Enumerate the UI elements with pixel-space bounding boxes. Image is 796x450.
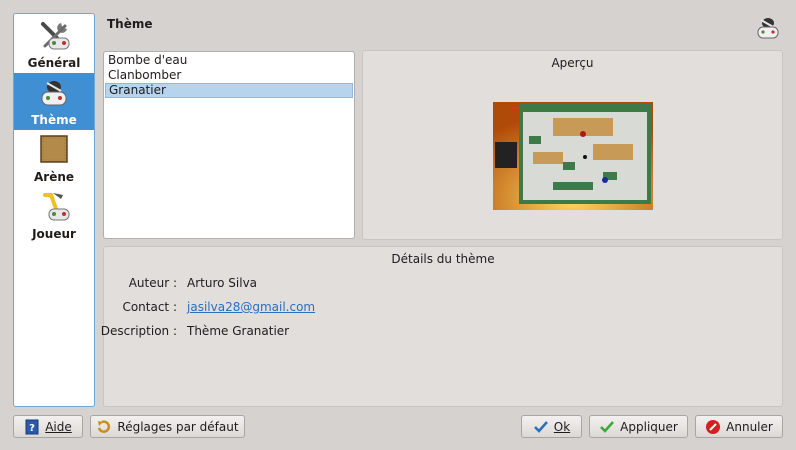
svg-text:?: ?	[29, 423, 35, 434]
list-item[interactable]: Bombe d'eau	[105, 53, 353, 68]
page-title: Thème	[107, 17, 153, 31]
contact-row: Contact : jasilva28@gmail.com	[104, 300, 782, 316]
ok-button-label: Ok	[553, 419, 571, 434]
apply-button[interactable]: Appliquer	[589, 415, 688, 438]
sidebar: Général Thème Arène Joueur	[13, 13, 95, 407]
author-label: Auteur :	[128, 276, 177, 290]
author-row: Auteur : Arturo Silva	[104, 276, 782, 292]
description-value: Thème Granatier	[187, 324, 290, 338]
ok-button[interactable]: Ok	[521, 415, 582, 438]
help-button-label: Aide	[45, 419, 72, 434]
theme-preview-image	[493, 102, 653, 210]
list-item-selected[interactable]: Granatier	[105, 83, 353, 98]
sidebar-item-general[interactable]: Général	[14, 16, 94, 73]
ok-check-icon	[533, 420, 548, 433]
defaults-button[interactable]: Réglages par défaut	[90, 415, 245, 438]
cancel-icon	[706, 419, 721, 434]
help-icon: ?	[25, 419, 39, 434]
cancel-button-label: Annuler	[726, 419, 773, 434]
apply-check-icon	[600, 420, 615, 433]
defaults-button-label: Réglages par défaut	[117, 419, 239, 434]
theme-header-icon	[757, 18, 779, 39]
description-label: Description :	[100, 324, 177, 338]
theme-details-panel: Détails du thème Auteur : Arturo Silva C…	[100, 246, 783, 407]
cancel-button[interactable]: Annuler	[695, 415, 783, 438]
description-row: Description : Thème Granatier	[100, 324, 782, 340]
sidebar-item-label: Joueur	[32, 227, 76, 241]
sidebar-item-arena[interactable]: Arène	[14, 130, 94, 187]
arena-icon	[40, 135, 68, 163]
general-settings-icon	[41, 22, 70, 50]
apply-button-label: Appliquer	[620, 419, 678, 434]
sidebar-item-label: Arène	[33, 170, 75, 184]
help-button[interactable]: ? Aide	[13, 415, 83, 438]
preview-panel: Aperçu	[362, 50, 783, 240]
list-item[interactable]: Clanbomber	[105, 68, 353, 83]
sidebar-item-label: Général	[27, 56, 81, 70]
author-value: Arturo Silva	[187, 276, 258, 290]
sidebar-item-player[interactable]: Joueur	[14, 187, 94, 244]
theme-list[interactable]: Bombe d'eau Clanbomber Granatier	[103, 51, 355, 239]
contact-label: Contact :	[122, 300, 177, 314]
details-title: Détails du thème	[391, 252, 495, 266]
sidebar-item-label: Thème	[31, 113, 77, 127]
sidebar-item-theme[interactable]: Thème	[14, 73, 94, 130]
player-icon	[43, 193, 70, 221]
restore-defaults-icon	[98, 419, 111, 433]
theme-icon	[41, 81, 67, 106]
contact-email-link[interactable]: jasilva28@gmail.com	[187, 300, 315, 314]
preview-title: Aperçu	[551, 56, 594, 70]
